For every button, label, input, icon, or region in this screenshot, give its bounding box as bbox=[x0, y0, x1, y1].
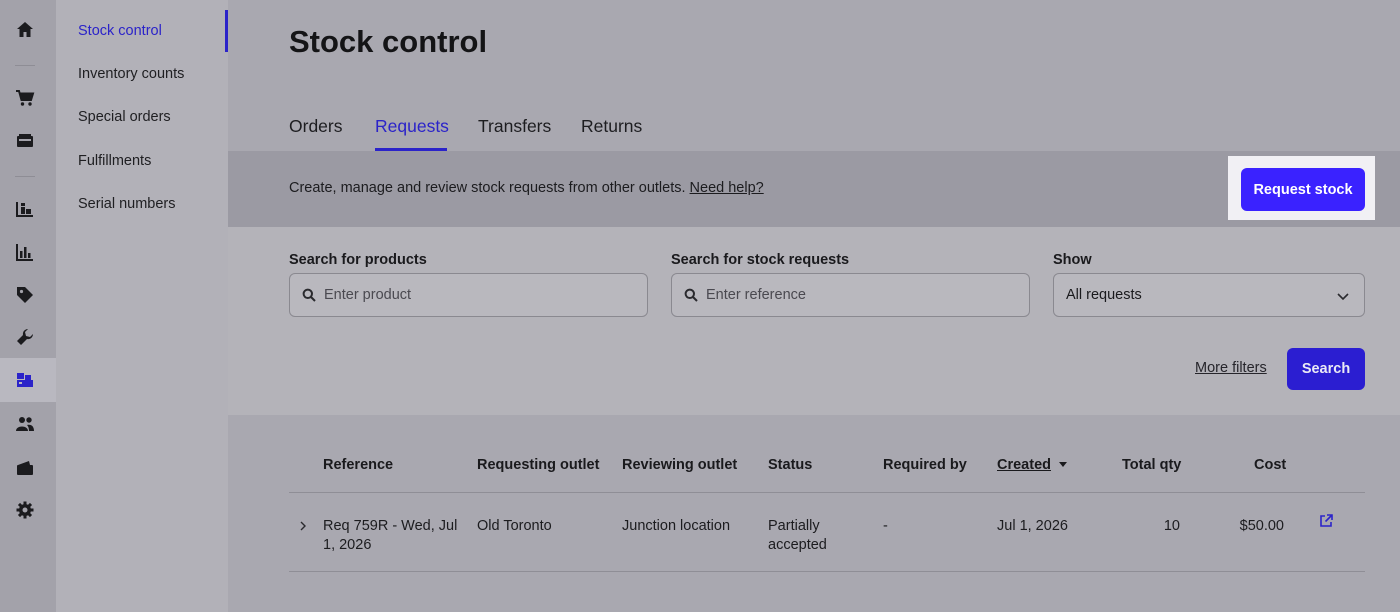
reference-search-input[interactable]: Enter reference bbox=[671, 273, 1030, 317]
cell-reference[interactable]: Req 759R - Wed, Jul 1, 2026 bbox=[323, 517, 463, 555]
cell-required-by: - bbox=[883, 518, 888, 534]
tab-requests[interactable]: Requests bbox=[375, 116, 449, 137]
cell-created: Jul 1, 2026 bbox=[997, 518, 1068, 534]
cell-total-qty: 10 bbox=[1163, 518, 1180, 534]
subnav-item-fulfillments[interactable]: Fulfillments bbox=[78, 153, 151, 169]
products-search-label: Search for products bbox=[289, 252, 427, 268]
wallet-icon[interactable] bbox=[14, 457, 36, 479]
description-band: Create, manage and review stock requests… bbox=[228, 151, 1400, 227]
register-icon[interactable] bbox=[14, 130, 36, 152]
column-header-required-by: Required by bbox=[883, 457, 967, 473]
column-header-cost: Cost bbox=[1254, 457, 1287, 473]
column-header-requesting-outlet: Requesting outlet bbox=[477, 457, 600, 473]
more-filters-link[interactable]: More filters bbox=[1195, 360, 1267, 376]
search-icon bbox=[302, 288, 316, 302]
requests-table: Reference Requesting outlet Reviewing ou… bbox=[228, 415, 1400, 612]
home-icon[interactable] bbox=[14, 19, 36, 41]
show-select-value: All requests bbox=[1066, 287, 1142, 303]
need-help-link[interactable]: Need help? bbox=[690, 180, 764, 196]
chevron-down-icon bbox=[1336, 289, 1350, 303]
inventory-icon[interactable] bbox=[14, 198, 36, 220]
page-description: Create, manage and review stock requests… bbox=[289, 180, 764, 196]
icon-rail bbox=[0, 0, 56, 612]
column-header-reviewing-outlet: Reviewing outlet bbox=[622, 457, 738, 473]
column-header-reference: Reference bbox=[323, 457, 394, 473]
column-header-status: Status bbox=[768, 457, 813, 473]
subnav-item-special-orders[interactable]: Special orders bbox=[78, 109, 171, 125]
subnav-item-serial-numbers[interactable]: Serial numbers bbox=[78, 196, 176, 212]
open-external-icon[interactable] bbox=[1318, 513, 1334, 535]
tag-icon[interactable] bbox=[14, 284, 36, 306]
tab-returns[interactable]: Returns bbox=[581, 116, 642, 137]
filter-panel: Search for products Enter product Search… bbox=[228, 227, 1400, 415]
expand-row-chevron-icon[interactable] bbox=[298, 518, 308, 537]
cell-status: Partially accepted bbox=[768, 518, 827, 553]
search-icon bbox=[684, 288, 698, 302]
product-search-placeholder: Enter product bbox=[324, 287, 412, 303]
reports-icon[interactable] bbox=[14, 241, 36, 263]
requests-search-label: Search for stock requests bbox=[671, 252, 850, 268]
cell-cost: $50.00 bbox=[1239, 518, 1284, 534]
header-divider bbox=[289, 492, 1365, 493]
subnav-item-inventory-counts[interactable]: Inventory counts bbox=[78, 66, 184, 82]
main-content: Stock control Orders Requests Transfers … bbox=[228, 0, 1400, 612]
description-text: Create, manage and review stock requests… bbox=[289, 180, 686, 196]
show-select[interactable]: All requests bbox=[1053, 273, 1365, 317]
rail-divider bbox=[15, 176, 35, 177]
column-header-total-qty: Total qty bbox=[1122, 457, 1182, 473]
stock-subnav: Stock control Inventory counts Special o… bbox=[56, 0, 228, 612]
reference-search-placeholder: Enter reference bbox=[706, 287, 806, 303]
row-divider bbox=[289, 571, 1365, 572]
stock-control-icon[interactable] bbox=[14, 369, 36, 391]
product-search-input[interactable]: Enter product bbox=[289, 273, 648, 317]
sort-desc-icon bbox=[1059, 462, 1068, 467]
column-header-created[interactable]: Created bbox=[997, 457, 1068, 473]
cart-icon[interactable] bbox=[14, 87, 36, 109]
page-title: Stock control bbox=[289, 24, 488, 59]
tab-orders[interactable]: Orders bbox=[289, 116, 342, 137]
wrench-icon[interactable] bbox=[14, 326, 36, 348]
cell-reviewing-outlet: Junction location bbox=[622, 518, 731, 534]
request-stock-button[interactable]: Request stock bbox=[1241, 168, 1365, 211]
rail-divider bbox=[15, 65, 35, 66]
cell-requesting-outlet: Old Toronto bbox=[477, 518, 552, 534]
search-button[interactable]: Search bbox=[1287, 348, 1365, 390]
subnav-item-stock-control[interactable]: Stock control bbox=[78, 23, 162, 39]
customers-icon[interactable] bbox=[14, 413, 36, 435]
created-sort-label: Created bbox=[997, 457, 1051, 473]
gear-icon[interactable] bbox=[14, 499, 36, 521]
tab-transfers[interactable]: Transfers bbox=[478, 116, 551, 137]
show-label: Show bbox=[1053, 252, 1092, 268]
